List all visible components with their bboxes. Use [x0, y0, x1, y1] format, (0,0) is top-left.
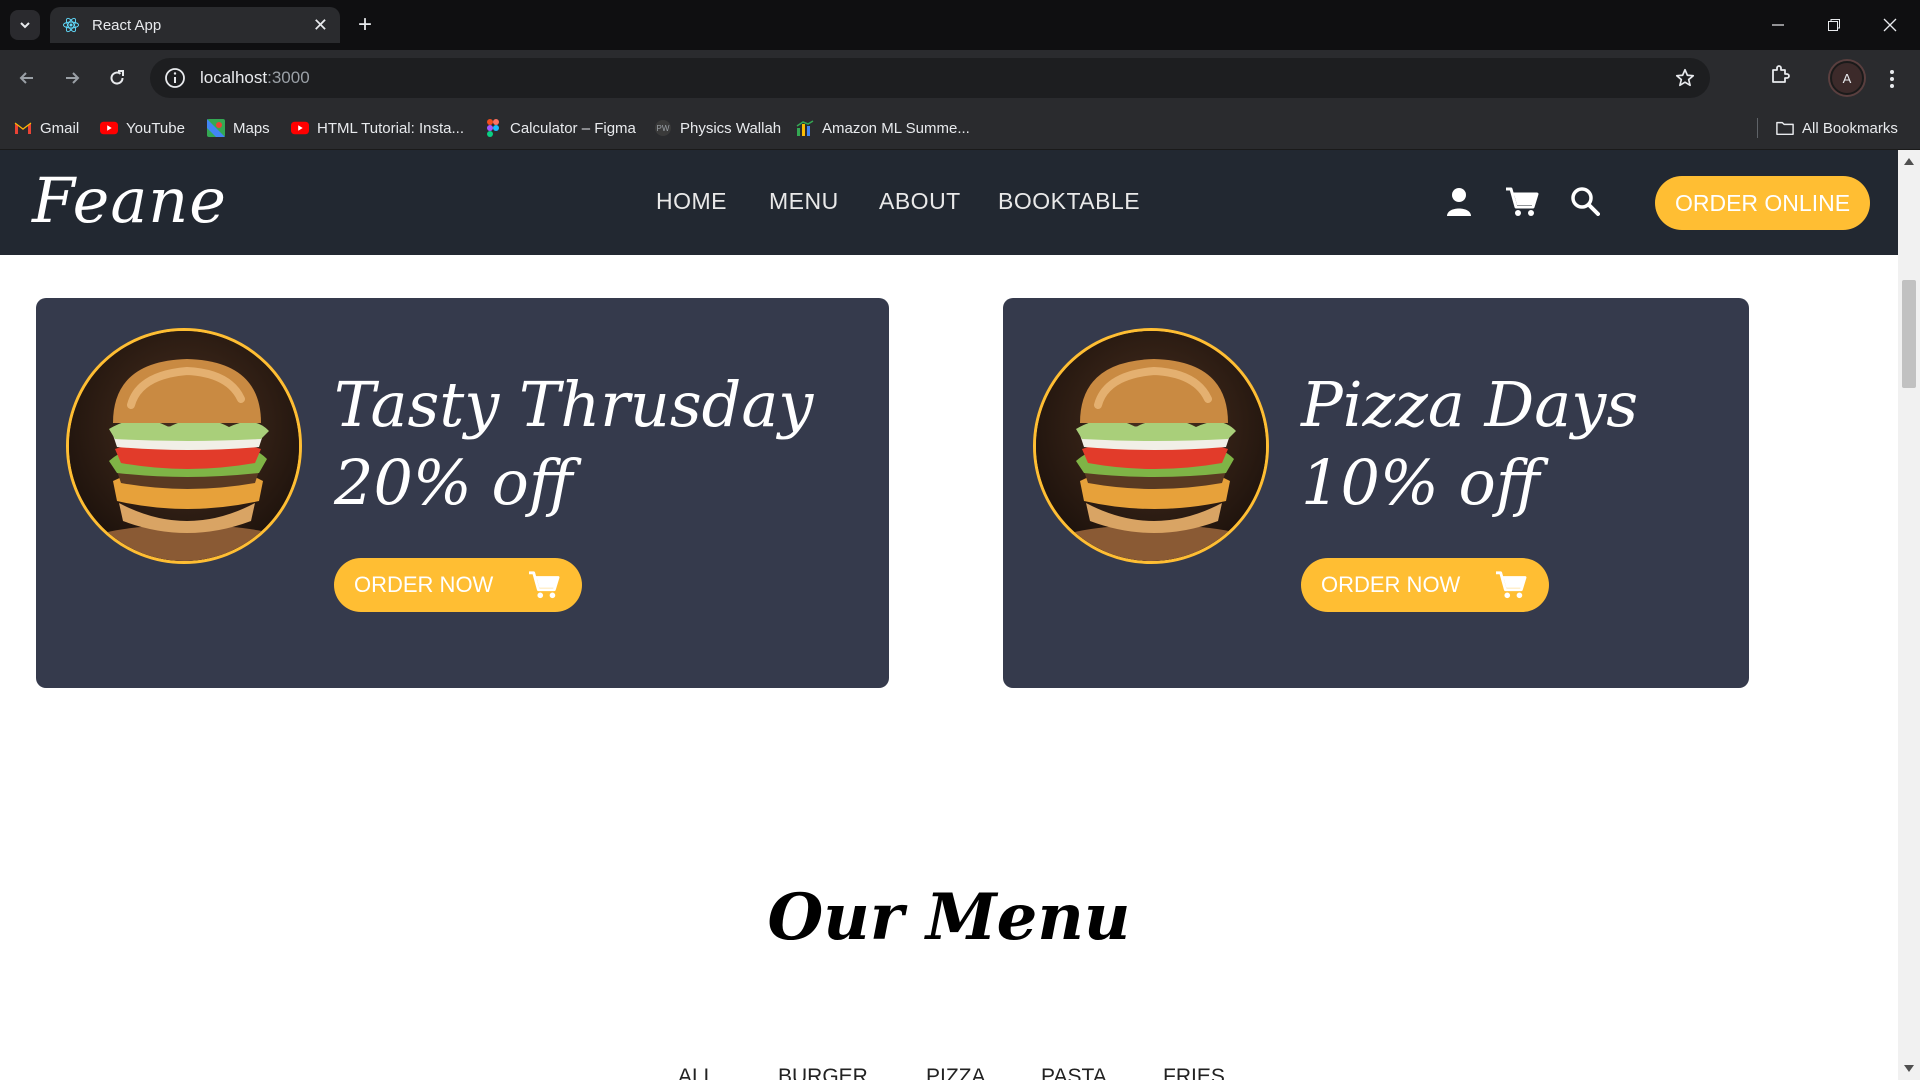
browser-toolbar: localhost:3000 A — [0, 50, 1920, 106]
offer-card: Pizza Days 10% off ORDER NOW — [1003, 298, 1749, 688]
browser-menu-button[interactable] — [1882, 64, 1902, 94]
minimize-button[interactable] — [1750, 0, 1806, 50]
bookmark-label: Gmail — [40, 119, 80, 137]
filter-all[interactable]: ALL — [678, 1065, 715, 1080]
forward-button[interactable] — [57, 63, 87, 93]
nav-menu[interactable]: MENU — [769, 188, 839, 215]
site-info-icon[interactable] — [164, 67, 186, 89]
profile-avatar[interactable]: A — [1830, 61, 1864, 95]
arrow-left-icon — [19, 72, 33, 84]
arrow-right-icon — [66, 72, 80, 84]
bookmark-maps[interactable]: Maps — [207, 106, 270, 150]
nav-home[interactable]: HOME — [656, 188, 727, 215]
folder-icon — [1776, 119, 1794, 137]
chevron-down-icon — [20, 22, 30, 29]
site-header: Feane HOME MENU ABOUT BOOKTABLE ORDER ON… — [0, 150, 1898, 255]
cart-button[interactable] — [1505, 186, 1539, 220]
reload-button[interactable] — [102, 63, 132, 93]
tab-title: React App — [92, 16, 162, 34]
new-tab-button[interactable]: + — [352, 12, 378, 38]
url-text[interactable]: localhost:3000 — [200, 68, 310, 88]
nav-booktable[interactable]: BOOKTABLE — [998, 188, 1140, 215]
reload-icon — [110, 70, 124, 85]
cart-icon — [1506, 187, 1539, 216]
maps-icon — [207, 119, 225, 137]
offer-card: Tasty Thrusday 20% off ORDER NOW — [36, 298, 889, 688]
scroll-down-arrow[interactable] — [1904, 1065, 1914, 1072]
all-bookmarks-label: All Bookmarks — [1802, 119, 1898, 137]
order-now-label: ORDER NOW — [354, 572, 494, 597]
bookmark-label: Maps — [233, 119, 270, 137]
svg-text:PW: PW — [657, 124, 670, 133]
bookmark-label: Calculator – Figma — [510, 119, 636, 137]
order-now-label: ORDER NOW — [1321, 572, 1461, 597]
restore-button[interactable] — [1806, 0, 1862, 50]
all-bookmarks-button[interactable]: All Bookmarks — [1776, 106, 1898, 150]
search-button[interactable] — [1570, 186, 1604, 220]
pw-icon: PW — [654, 119, 672, 137]
order-now-button[interactable]: ORDER NOW — [334, 558, 582, 612]
back-button[interactable] — [12, 63, 42, 93]
offer-title: Tasty Thrusday — [334, 368, 814, 441]
browser-tab[interactable]: React App ✕ — [50, 7, 340, 43]
menu-heading: Our Menu — [767, 880, 1131, 955]
react-icon — [63, 17, 79, 33]
scroll-thumb[interactable] — [1902, 280, 1916, 388]
figma-icon — [484, 119, 502, 137]
cart-icon — [1496, 571, 1527, 599]
bookmark-figma[interactable]: Calculator – Figma — [484, 106, 636, 150]
bookmarks-bar: Gmail YouTube Maps HTML Tutorial: Insta.… — [0, 106, 1920, 150]
bookmarks-divider — [1757, 118, 1758, 138]
chart-icon — [796, 119, 814, 137]
order-online-button[interactable]: ORDER ONLINE — [1655, 176, 1870, 230]
browser-tab-strip: React App ✕ + — [0, 0, 1920, 50]
burger-image — [66, 328, 302, 564]
offer-discount: 10% off — [1301, 446, 1540, 519]
gmail-icon — [14, 119, 32, 137]
search-icon — [1571, 187, 1600, 216]
bookmark-label: YouTube — [126, 119, 185, 137]
bookmark-gmail[interactable]: Gmail — [14, 106, 79, 150]
address-bar[interactable]: localhost:3000 — [150, 58, 1710, 98]
filter-pasta[interactable]: PASTA — [1041, 1065, 1107, 1080]
puzzle-icon — [1772, 65, 1790, 83]
order-now-button[interactable]: ORDER NOW — [1301, 558, 1549, 612]
url-port: :3000 — [267, 68, 310, 87]
cart-icon — [529, 571, 560, 599]
nav-about[interactable]: ABOUT — [879, 188, 961, 215]
extensions-button[interactable] — [1768, 63, 1792, 92]
bookmark-physics-wallah[interactable]: PW Physics Wallah — [654, 106, 781, 150]
filter-pizza[interactable]: PIZZA — [926, 1065, 986, 1080]
url-host: localhost — [200, 68, 268, 87]
page-viewport: Feane HOME MENU ABOUT BOOKTABLE ORDER ON… — [0, 150, 1898, 1080]
close-window-button[interactable] — [1862, 0, 1918, 50]
close-icon — [1883, 18, 1897, 32]
bookmark-youtube[interactable]: YouTube — [100, 106, 185, 150]
restore-icon — [1828, 19, 1840, 31]
user-icon — [1447, 188, 1471, 216]
user-button[interactable] — [1444, 186, 1478, 220]
bookmark-label: Amazon ML Summe... — [822, 119, 970, 137]
filter-fries[interactable]: FRIES — [1163, 1065, 1225, 1080]
bookmark-amazon-ml[interactable]: Amazon ML Summe... — [796, 106, 970, 150]
filter-burger[interactable]: BURGER — [778, 1065, 868, 1080]
burger-image — [1033, 328, 1269, 564]
bookmark-html-tutorial[interactable]: HTML Tutorial: Insta... — [291, 106, 464, 150]
youtube-icon — [100, 119, 118, 137]
tab-close-icon[interactable]: ✕ — [313, 15, 328, 36]
bookmark-star-icon[interactable] — [1674, 67, 1696, 89]
offer-discount: 20% off — [334, 446, 573, 519]
minimize-icon — [1772, 24, 1784, 26]
bookmark-label: HTML Tutorial: Insta... — [317, 119, 464, 137]
youtube-icon — [291, 119, 309, 137]
offer-title: Pizza Days — [1301, 368, 1639, 441]
tab-search-button[interactable] — [10, 10, 40, 40]
site-logo[interactable]: Feane — [32, 164, 227, 237]
page-scrollbar[interactable] — [1898, 150, 1920, 1080]
bookmark-label: Physics Wallah — [680, 119, 782, 137]
scroll-up-arrow[interactable] — [1904, 158, 1914, 165]
